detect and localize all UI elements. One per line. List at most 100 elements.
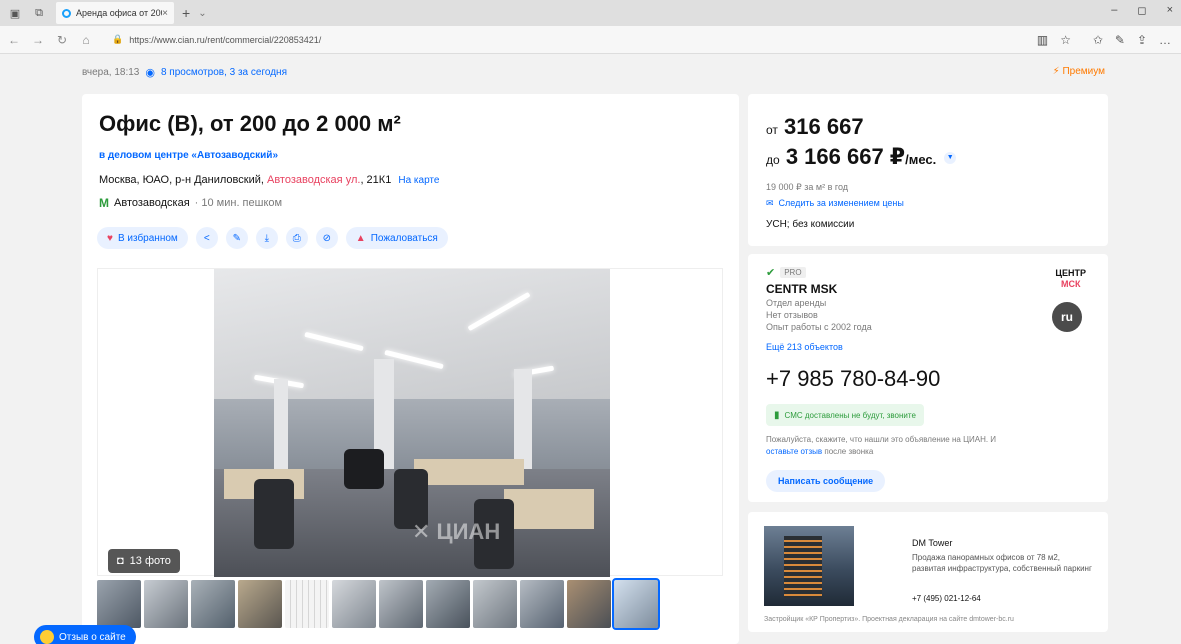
thumbnail[interactable]	[285, 580, 329, 628]
metro-walk-time: · 10 мин. пешком	[194, 197, 283, 209]
listing-actions: ♥ В избранном < ✎ ⤓ ⎙ ⊘ ▲ Пожаловаться	[97, 227, 448, 249]
map-link[interactable]: На карте	[398, 175, 439, 186]
complain-button[interactable]: ▲ Пожаловаться	[345, 227, 448, 249]
camera-icon: ◘	[117, 555, 124, 567]
premium-badge[interactable]: ⚡ Премиум	[1053, 66, 1105, 77]
agent-name[interactable]: CENTR MSK	[766, 282, 837, 296]
window-controls: – ◻ ×	[1111, 4, 1173, 17]
ad-title[interactable]: DM Tower	[912, 538, 952, 548]
refresh-icon[interactable]: ↻	[52, 33, 72, 47]
envelope-icon: ✉	[766, 198, 774, 208]
url-text: https://www.cian.ru/rent/commercial/2208…	[129, 34, 322, 45]
address-text: Москва, ЮАО, р-н Даниловский,	[99, 174, 264, 186]
price-from: от 316 667	[766, 114, 864, 140]
views-link[interactable]: 8 просмотров, 3 за сегодня	[161, 67, 287, 78]
minimize-icon[interactable]: –	[1111, 4, 1117, 17]
price-from-prefix: от	[766, 123, 778, 137]
photo-count: 13 фото	[129, 555, 171, 567]
feedback-button[interactable]: Отзыв о сайте	[34, 625, 136, 644]
browser-toolbar: ✩ ✎ ⇪ …	[1093, 33, 1171, 47]
leave-review-link[interactable]: оставьте отзыв	[766, 447, 822, 456]
price-to-prefix: до	[766, 153, 780, 167]
favorites-icon[interactable]: ✩	[1093, 33, 1103, 47]
url-field[interactable]: 🔒 https://www.cian.ru/rent/commercial/22…	[112, 30, 1112, 50]
thumbnail[interactable]	[567, 580, 611, 628]
thumbnail[interactable]	[473, 580, 517, 628]
print-icon: ⎙	[292, 232, 301, 244]
complain-label: Пожаловаться	[370, 232, 438, 244]
reading-view-icon[interactable]: ▥	[1037, 33, 1048, 47]
browser-tab[interactable]: Аренда офиса от 200 д ×	[56, 2, 174, 24]
listing-card: Офис (B), от 200 до 2 000 м² в деловом ц…	[82, 94, 739, 644]
tab-preview-icon[interactable]: ⧉	[30, 4, 48, 22]
eye-icon: ◉	[145, 67, 155, 79]
feedback-label: Отзыв о сайте	[59, 631, 126, 643]
thumbnail[interactable]	[191, 580, 235, 628]
price-card: от 316 667 до 3 166 667 ₽/мес. ▼ 19 000 ₽…	[748, 94, 1108, 246]
favorite-button[interactable]: ♥ В избранном	[97, 227, 188, 249]
thumbnail[interactable]	[332, 580, 376, 628]
forward-icon[interactable]: →	[28, 33, 48, 47]
metro-station: Автозаводская	[114, 197, 190, 209]
share-button[interactable]: <	[195, 227, 218, 249]
more-icon[interactable]: …	[1159, 33, 1171, 47]
price-from-value: 316 667	[784, 114, 864, 139]
thumbnail[interactable]	[97, 580, 141, 628]
close-tab-icon[interactable]: ×	[162, 8, 168, 19]
phone-icon: ▮	[774, 409, 780, 421]
listing-meta: вчера, 18:13 ◉ 8 просмотров, 3 за сегодн…	[82, 66, 287, 79]
thumbnail-selected[interactable]	[612, 578, 660, 630]
thumbnail[interactable]	[379, 580, 423, 628]
favorite-star-icon[interactable]: ☆	[1060, 33, 1071, 47]
new-tab-icon[interactable]: +	[182, 5, 190, 21]
agent-more-objects-link[interactable]: Ещё 213 объектов	[766, 342, 843, 352]
thumbnail-strip	[97, 578, 660, 630]
home-icon[interactable]: ⌂	[76, 33, 96, 47]
thumbnail[interactable]	[144, 580, 188, 628]
maximize-icon[interactable]: ◻	[1137, 4, 1146, 17]
track-price-link[interactable]: ✉ Следить за изменением цены	[766, 198, 904, 209]
tab-menu-chevron-icon[interactable]: ⌄	[198, 8, 206, 19]
download-button[interactable]: ⤓	[255, 227, 278, 249]
phone-number[interactable]: +7 985 780-84-90	[766, 366, 940, 392]
hide-button[interactable]: ⊘	[315, 227, 338, 249]
address-bar: ← → ↻ ⌂ 🔒 https://www.cian.ru/rent/comme…	[0, 26, 1181, 54]
hide-icon: ⊘	[322, 232, 331, 244]
share-icon[interactable]: ⇪	[1137, 33, 1147, 47]
main-photo[interactable]: ✕ ЦИАН	[214, 269, 610, 577]
photo-gallery[interactable]: ✕ ЦИАН ◘ 13 фото	[97, 268, 723, 577]
business-center-link[interactable]: в деловом центре «Автозаводский»	[99, 150, 278, 161]
share-icon: <	[203, 232, 210, 244]
pro-badge: ✔ PRO	[766, 266, 806, 279]
ad-card[interactable]: DM Tower Продажа панорамных офисов от 78…	[748, 512, 1108, 632]
thumbnail[interactable]	[520, 580, 564, 628]
metro-icon: М	[99, 196, 109, 210]
close-window-icon[interactable]: ×	[1167, 4, 1173, 17]
edit-note-button[interactable]: ✎	[225, 227, 248, 249]
price-unit: /мес.	[905, 152, 937, 167]
back-icon[interactable]: ←	[4, 33, 24, 47]
price-to-value: 3 166 667 ₽	[785, 144, 906, 169]
cian-favicon-icon	[62, 8, 71, 18]
agent-department: Отдел аренды	[766, 298, 827, 308]
print-button[interactable]: ⎙	[285, 227, 308, 249]
photo-count-badge[interactable]: ◘ 13 фото	[108, 549, 180, 573]
download-icon: ⤓	[264, 232, 269, 244]
house-number: , 21К1	[360, 174, 392, 186]
page-title: Офис (B), от 200 до 2 000 м²	[99, 111, 401, 136]
ad-footer: Застройщик «КР Пропертиз». Проектная дек…	[764, 616, 1014, 623]
agent-card: ✔ PRO CENTR MSK Отдел аренды Нет отзывов…	[748, 254, 1108, 502]
thumbnail[interactable]	[238, 580, 282, 628]
tab-title: Аренда офиса от 200 д	[76, 8, 162, 18]
write-message-button[interactable]: Написать сообщение	[766, 470, 886, 492]
sms-text: СМС доставлены не будут, звоните	[784, 410, 916, 420]
price-per-meter: 19 000 ₽ за м² в год	[766, 182, 848, 192]
street-link[interactable]: Автозаводская ул.	[267, 174, 360, 186]
chevron-down-icon[interactable]: ▼	[944, 152, 957, 165]
thumbnail[interactable]	[426, 580, 470, 628]
ad-image[interactable]	[764, 526, 854, 606]
ad-phone[interactable]: +7 (495) 021-12-64	[912, 594, 981, 603]
notes-icon[interactable]: ✎	[1115, 33, 1125, 47]
call-note: Пожалуйста, скажите, что нашли это объяв…	[766, 434, 1026, 458]
tab-actions-icon[interactable]: ▣	[6, 4, 24, 22]
